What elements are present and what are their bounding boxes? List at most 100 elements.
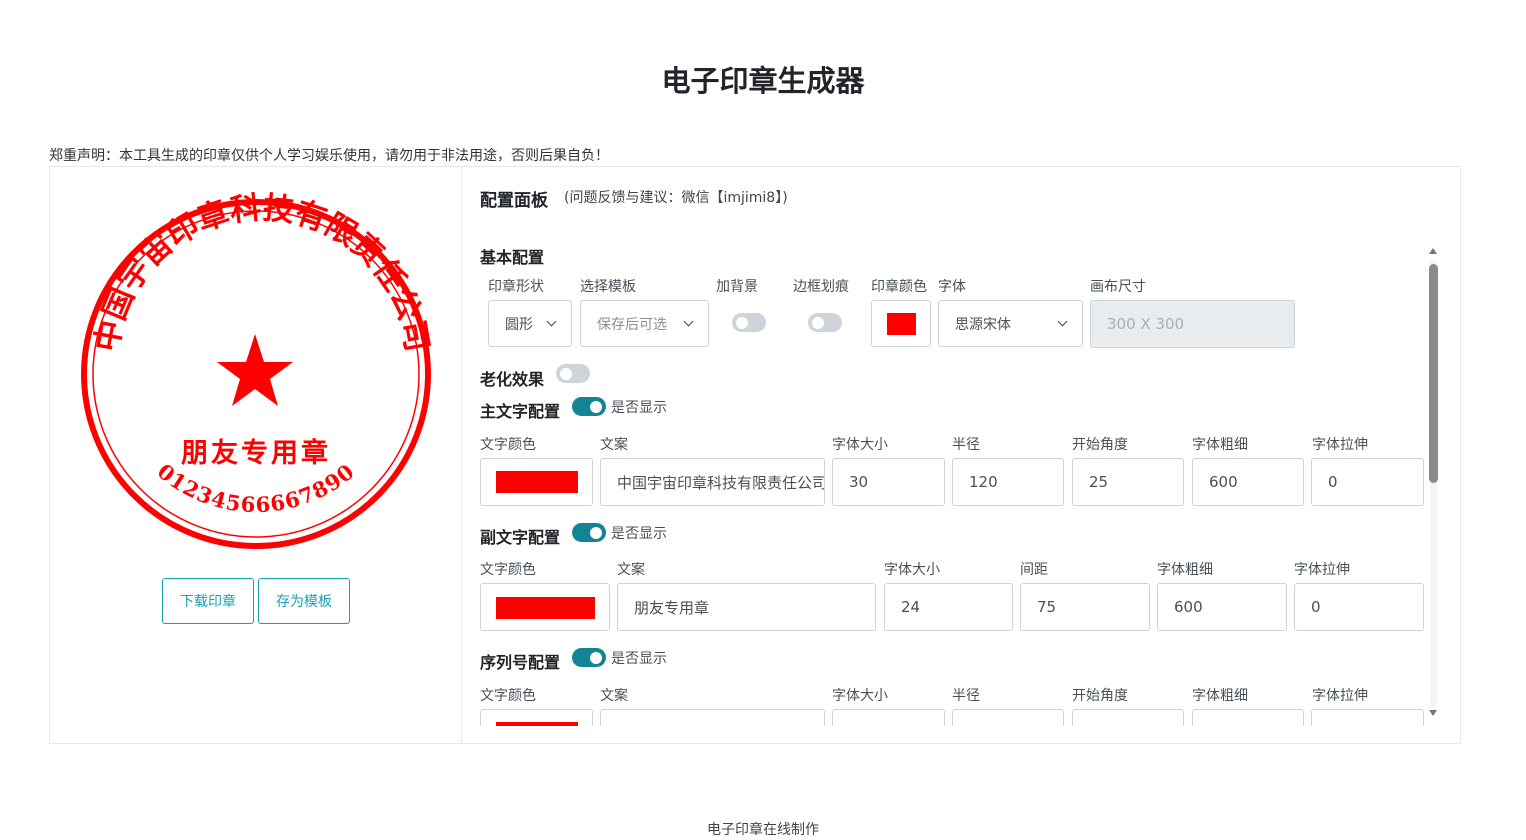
main-text-size-input[interactable]: 30 <box>832 458 945 506</box>
serial-radius-input[interactable] <box>952 709 1064 726</box>
config-scroll-area[interactable]: 基本配置 印章形状 选择模板 加背景 边框划痕 印章颜色 字体 画布尺寸 圆形 … <box>480 240 1424 726</box>
config-panel-title: 配置面板 <box>480 191 548 211</box>
sub-text-stretch-label: 字体拉伸 <box>1294 562 1350 578</box>
sub-text-spacing-input[interactable]: 75 <box>1020 583 1150 631</box>
main-text-show-toggle[interactable] <box>572 397 606 416</box>
column-divider <box>461 167 462 743</box>
toggle-knob <box>812 316 824 329</box>
toggle-knob <box>560 367 572 380</box>
page-title: 电子印章生成器 <box>661 64 865 98</box>
toggle-knob <box>590 651 602 664</box>
main-text-start-angle-label: 开始角度 <box>1072 437 1128 453</box>
stamp-color-label: 印章颜色 <box>871 279 927 295</box>
chevron-down-icon <box>1057 316 1068 327</box>
save-template-button[interactable]: 存为模板 <box>258 578 350 624</box>
canvas-size-input: 300 X 300 <box>1090 300 1295 348</box>
toggle-knob <box>590 400 602 413</box>
sub-text-color-swatch <box>496 597 595 619</box>
sub-text-color-label: 文字颜色 <box>480 562 536 578</box>
serial-size-input[interactable] <box>832 709 945 726</box>
serial-size-label: 字体大小 <box>832 688 888 704</box>
main-text-color-swatch <box>496 471 578 493</box>
disclaimer-text: 郑重声明：本工具生成的印章仅供个人学习娱乐使用，请勿用于非法用途，否则后果自负！ <box>49 148 609 164</box>
border-scratch-label: 边框划痕 <box>793 279 849 295</box>
main-text-radius-input[interactable]: 120 <box>952 458 1064 506</box>
serial-radius-label: 半径 <box>952 688 980 704</box>
toggle-knob <box>736 316 748 329</box>
config-scrollbar[interactable] <box>1427 244 1440 722</box>
main-text-copy-input[interactable]: 中国宇宙印章科技有限责任公司 <box>600 458 825 506</box>
serial-color-swatch <box>496 722 578 726</box>
sub-text-size-label: 字体大小 <box>884 562 940 578</box>
sub-text-copy-input[interactable]: 朋友专用章 <box>617 583 876 631</box>
serial-stretch-label: 字体拉伸 <box>1312 688 1368 704</box>
main-text-stretch-label: 字体拉伸 <box>1312 437 1368 453</box>
background-toggle[interactable] <box>732 313 766 332</box>
sub-text-show-toggle[interactable] <box>572 523 606 542</box>
serial-config-title: 序列号配置 <box>480 653 561 672</box>
serial-copy-input[interactable] <box>600 709 825 726</box>
border-scratch-toggle[interactable] <box>808 313 842 332</box>
serial-start-angle-input[interactable] <box>1072 709 1184 726</box>
serial-show-label: 是否显示 <box>611 651 667 667</box>
sub-text-spacing-label: 间距 <box>1020 562 1048 578</box>
main-text-size-label: 字体大小 <box>832 437 888 453</box>
sub-text-stretch-input[interactable]: 0 <box>1294 583 1424 631</box>
template-select[interactable]: 保存后可选 <box>580 300 709 347</box>
serial-copy-label: 文案 <box>600 688 628 704</box>
main-text-show-label: 是否显示 <box>611 400 667 416</box>
canvas-size-label: 画布尺寸 <box>1090 279 1146 295</box>
template-label: 选择模板 <box>580 279 636 295</box>
star-icon <box>217 334 293 406</box>
main-text-color-label: 文字颜色 <box>480 437 536 453</box>
sub-text-weight-input[interactable]: 600 <box>1157 583 1287 631</box>
template-select-value: 保存后可选 <box>597 316 667 333</box>
font-select[interactable]: 思源宋体 <box>938 300 1083 347</box>
aging-effect-toggle[interactable] <box>556 364 590 383</box>
footer-text: 电子印章在线制作 <box>707 822 819 838</box>
chevron-down-icon <box>546 316 557 327</box>
background-label: 加背景 <box>716 279 758 295</box>
shape-select[interactable]: 圆形 <box>488 300 572 347</box>
sub-text-copy-label: 文案 <box>617 562 645 578</box>
stamp-color-picker[interactable] <box>871 300 931 347</box>
serial-color-picker[interactable] <box>480 709 593 726</box>
scrollbar-thumb[interactable] <box>1429 264 1438 483</box>
download-stamp-button[interactable]: 下载印章 <box>162 578 254 624</box>
serial-color-label: 文字颜色 <box>480 688 536 704</box>
sub-text-size-input[interactable]: 24 <box>884 583 1013 631</box>
serial-show-toggle[interactable] <box>572 648 606 667</box>
config-panel-subtitle: (问题反馈与建议：微信【imjimi8】) <box>564 190 788 206</box>
chevron-down-icon <box>683 316 694 327</box>
sub-text-weight-label: 字体粗细 <box>1157 562 1213 578</box>
main-text-copy-label: 文案 <box>600 437 628 453</box>
main-text-weight-input[interactable]: 600 <box>1192 458 1304 506</box>
stamp-sub-text: 朋友专用章 <box>181 437 331 469</box>
sub-text-config-title: 副文字配置 <box>480 528 561 547</box>
main-text-weight-label: 字体粗细 <box>1192 437 1248 453</box>
main-text-stretch-input[interactable]: 0 <box>1311 458 1424 506</box>
main-text-config-title: 主文字配置 <box>480 402 561 421</box>
shape-select-value: 圆形 <box>505 316 533 333</box>
stamp-main-text: 中国宇宙印章科技有限责任公司 <box>89 192 435 354</box>
main-text-color-picker[interactable] <box>480 458 593 506</box>
font-label: 字体 <box>938 279 966 295</box>
main-text-start-angle-input[interactable]: 25 <box>1072 458 1184 506</box>
serial-start-angle-label: 开始角度 <box>1072 688 1128 704</box>
serial-weight-label: 字体粗细 <box>1192 688 1248 704</box>
serial-stretch-input[interactable] <box>1311 709 1424 726</box>
shape-label: 印章形状 <box>488 279 544 295</box>
scroll-up-arrow-icon[interactable] <box>1429 248 1437 254</box>
basic-config-title: 基本配置 <box>480 248 545 267</box>
sub-text-show-label: 是否显示 <box>611 526 667 542</box>
serial-weight-input[interactable] <box>1192 709 1304 726</box>
toggle-knob <box>590 526 602 539</box>
main-text-radius-label: 半径 <box>952 437 980 453</box>
scroll-down-arrow-icon[interactable] <box>1429 710 1437 716</box>
sub-text-color-picker[interactable] <box>480 583 610 631</box>
aging-effect-label: 老化效果 <box>480 370 545 389</box>
stamp-preview: 中国宇宙印章科技有限责任公司 朋友专用章 01234566667890 <box>81 192 435 549</box>
stamp-color-swatch <box>887 313 916 335</box>
font-select-value: 思源宋体 <box>955 316 1011 333</box>
stamp-main-textpath: 中国宇宙印章科技有限责任公司 <box>89 192 435 354</box>
